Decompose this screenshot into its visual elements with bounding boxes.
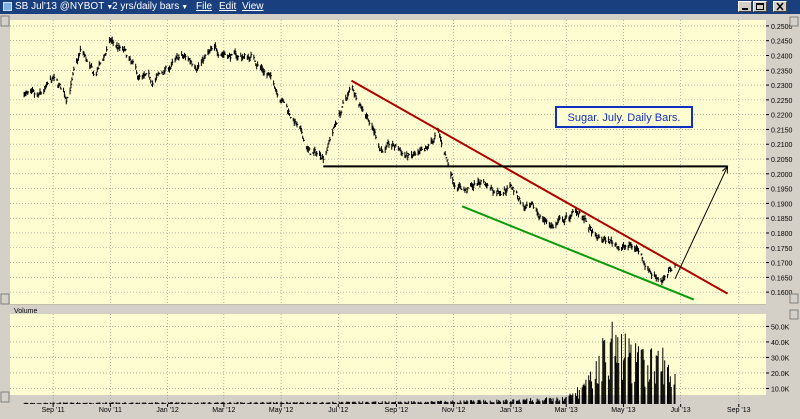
price-tick-label: 0.1600	[771, 290, 793, 297]
date-tick-label: Sep '11	[42, 407, 65, 414]
annotation-text: Sugar. July. Daily Bars.	[568, 112, 681, 124]
date-tick-label: Jan '13	[500, 407, 522, 414]
interval-label: 2 yrs/daily bars	[112, 1, 180, 12]
axis-scroll-up-button[interactable]	[789, 16, 799, 27]
price-tick-label: 0.2250	[771, 98, 793, 105]
chart-area[interactable]: 0.2500 0.2450 0.2400 0.2350 0.2300 0.2250 0.22…	[0, 14, 800, 414]
plot-background	[10, 20, 766, 395]
symbol-icon	[3, 2, 12, 11]
price-tick-label: 0.2400	[771, 53, 793, 60]
volume-scroll-button[interactable]	[0, 391, 10, 403]
date-tick-label: Jul '13	[671, 407, 691, 414]
price-tick-label: 0.1800	[771, 231, 793, 238]
price-tick-label: 0.1700	[771, 261, 793, 268]
price-tick-label: 0.2050	[771, 157, 793, 164]
interval-selector[interactable]: 2 yrs/daily bars ▼	[112, 1, 188, 14]
symbol-selector[interactable]: SB Jul'13 @NYBOT ▼	[15, 1, 113, 14]
date-tick-label: Jan '12	[156, 407, 178, 414]
maximize-button[interactable]	[753, 1, 767, 12]
date-tick-label: Mar '12	[212, 407, 235, 414]
minimize-icon	[742, 8, 748, 10]
date-tick-label: Jul '12	[328, 407, 348, 414]
price-tick-label: 0.1650	[771, 275, 793, 282]
annotation-box[interactable]: Sugar. July. Daily Bars.	[555, 106, 693, 128]
volume-tick-label: 30.0K	[771, 355, 790, 362]
chart-window: SB Jul'13 @NYBOT ▼ 2 yrs/daily bars ▼ File…	[0, 0, 800, 414]
price-tick-label: 0.2150	[771, 127, 793, 134]
date-tick-label: May '12	[269, 407, 293, 414]
close-button[interactable]	[773, 1, 787, 12]
menu-edit[interactable]: Edit	[219, 1, 236, 13]
price-tick-label: 0.2450	[771, 39, 793, 46]
date-tick-label: Nov '11	[99, 407, 122, 414]
price-tick-label: 0.2200	[771, 113, 793, 120]
price-tick-label: 0.1850	[771, 216, 793, 223]
price-tick-label: 0.1900	[771, 201, 793, 208]
volume-pane-header	[10, 305, 766, 314]
axis-scroll-down-button[interactable]	[789, 293, 799, 304]
close-icon	[776, 2, 784, 11]
menu-view[interactable]: View	[242, 1, 264, 13]
title-bar: SB Jul'13 @NYBOT ▼ 2 yrs/daily bars ▼ File…	[0, 0, 800, 14]
symbol-label: SB Jul'13 @NYBOT	[15, 1, 105, 12]
date-tick-label: Sep '13	[727, 407, 751, 414]
volume-tick-label: 10.0K	[771, 386, 790, 393]
date-tick-label: May '13	[611, 407, 635, 414]
scroll-down-button[interactable]	[0, 293, 10, 305]
date-tick-label: Mar '13	[555, 407, 578, 414]
menu-file[interactable]: File	[196, 1, 212, 13]
price-tick-label: 0.2500	[771, 24, 793, 31]
date-tick-label: Sep '12	[385, 407, 409, 414]
menu-view-label: View	[242, 1, 264, 12]
maximize-icon	[756, 3, 764, 10]
menu-edit-label: Edit	[219, 1, 237, 12]
volume-axis-scroll-button[interactable]	[789, 309, 799, 320]
volume-label: Volume	[14, 308, 37, 315]
price-tick-label: 0.2000	[771, 172, 793, 179]
interval-dropdown-icon: ▼	[181, 4, 189, 11]
price-tick-label: 0.2100	[771, 142, 793, 149]
minimize-button[interactable]	[738, 1, 752, 12]
menu-file-label: File	[196, 1, 213, 12]
price-tick-label: 0.2350	[771, 68, 793, 75]
price-tick-label: 0.1950	[771, 187, 793, 194]
price-tick-label: 0.2300	[771, 83, 793, 90]
price-tick-label: 0.1750	[771, 246, 793, 253]
volume-tick-label: 20.0K	[771, 371, 790, 378]
price-chart[interactable]: 0.2500 0.2450 0.2400 0.2350 0.2300 0.2250 0.22…	[0, 14, 800, 414]
volume-tick-label: 50.0K	[771, 324, 790, 331]
date-tick-label: Nov '12	[442, 407, 466, 414]
scroll-up-button[interactable]	[0, 15, 10, 27]
volume-tick-label: 40.0K	[771, 340, 790, 347]
